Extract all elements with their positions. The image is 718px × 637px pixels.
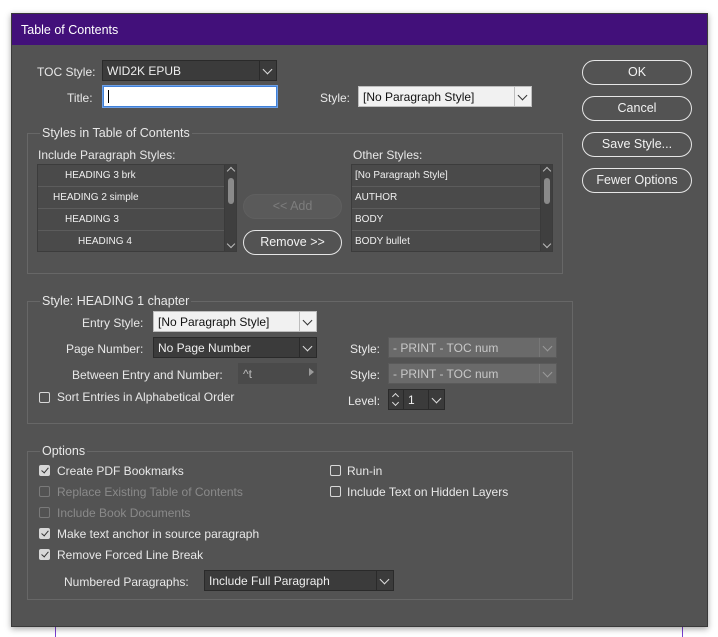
title-label: Title: bbox=[67, 91, 93, 105]
play-arrow-icon[interactable] bbox=[309, 368, 314, 376]
make-text-anchor-checkbox[interactable] bbox=[39, 528, 50, 539]
replace-existing-label: Replace Existing Table of Contents bbox=[57, 485, 243, 499]
page-number-style-value: - PRINT - TOC num bbox=[393, 341, 499, 355]
chevron-down-icon bbox=[514, 87, 531, 106]
other-styles-list[interactable]: [No Paragraph Style] AUTHOR BODY BODY bu… bbox=[351, 164, 553, 252]
dialog-title: Table of Contents bbox=[21, 23, 119, 37]
list-item[interactable]: HEADING 3 brk bbox=[38, 165, 236, 187]
page-number-dropdown[interactable]: No Page Number bbox=[153, 337, 317, 358]
run-in-label: Run-in bbox=[347, 464, 383, 478]
fewer-options-button[interactable]: Fewer Options bbox=[582, 168, 692, 193]
toc-style-label: TOC Style: bbox=[37, 65, 96, 79]
entry-style-value: [No Paragraph Style] bbox=[158, 315, 270, 329]
sort-alphabetical-checkbox[interactable] bbox=[39, 392, 50, 403]
toc-style-value: WID2K EPUB bbox=[107, 64, 182, 78]
create-pdf-bookmarks-label: Create PDF Bookmarks bbox=[57, 464, 184, 478]
title-style-value: [No Paragraph Style] bbox=[363, 90, 475, 104]
include-hidden-layers-checkbox[interactable] bbox=[330, 486, 341, 497]
entry-style-label: Entry Style: bbox=[82, 316, 144, 330]
chevron-down-icon bbox=[376, 571, 393, 590]
list-item[interactable]: HEADING 3 bbox=[38, 209, 236, 231]
title-input[interactable] bbox=[103, 86, 277, 107]
chevron-down-icon bbox=[391, 398, 400, 407]
toc-style-dropdown[interactable]: WID2K EPUB bbox=[102, 60, 277, 81]
list-item[interactable]: HEADING 4 bbox=[38, 231, 236, 251]
title-style-label: Style: bbox=[320, 91, 351, 105]
scroll-up-icon bbox=[542, 166, 552, 176]
list-item[interactable]: BODY bbox=[352, 209, 552, 231]
between-entry-label: Between Entry and Number: bbox=[72, 368, 223, 382]
scroll-thumb[interactable] bbox=[544, 178, 550, 204]
styles-in-toc-title: Styles in Table of Contents bbox=[40, 126, 192, 140]
remove-button[interactable]: Remove >> bbox=[243, 230, 342, 255]
chevron-down-icon bbox=[539, 364, 556, 383]
make-text-anchor-label: Make text anchor in source paragraph bbox=[57, 527, 260, 541]
between-entry-value: ^t bbox=[243, 367, 252, 381]
remove-forced-line-break-checkbox[interactable] bbox=[39, 549, 50, 560]
scroll-up-icon bbox=[226, 166, 236, 176]
level-dropdown-arrow[interactable] bbox=[428, 390, 445, 409]
include-list-scrollbar[interactable] bbox=[224, 165, 236, 251]
entry-style-dropdown[interactable]: [No Paragraph Style] bbox=[153, 311, 317, 332]
chevron-down-icon bbox=[299, 338, 316, 357]
options-group-title: Options bbox=[40, 444, 88, 458]
list-item[interactable]: [No Paragraph Style] bbox=[352, 165, 552, 187]
include-book-documents-checkbox[interactable] bbox=[39, 507, 50, 518]
other-styles-label: Other Styles: bbox=[353, 148, 423, 162]
include-hidden-layers-label: Include Text on Hidden Layers bbox=[347, 485, 509, 499]
include-book-documents-label: Include Book Documents bbox=[57, 506, 191, 520]
include-styles-list[interactable]: HEADING 3 brk HEADING 2 simple HEADING 3… bbox=[37, 164, 237, 252]
page-number-label: Page Number: bbox=[66, 342, 144, 356]
page-number-style-dropdown[interactable]: - PRINT - TOC num bbox=[388, 337, 557, 358]
list-item[interactable]: AUTHOR bbox=[352, 187, 552, 209]
between-style-label: Style: bbox=[350, 368, 381, 382]
level-value: 1 bbox=[408, 393, 415, 407]
scroll-thumb[interactable] bbox=[228, 178, 234, 204]
add-button[interactable]: << Add bbox=[243, 194, 342, 219]
save-style-button[interactable]: Save Style... bbox=[582, 132, 692, 157]
page-number-style-label: Style: bbox=[350, 342, 381, 356]
numbered-paragraphs-value: Include Full Paragraph bbox=[209, 574, 330, 588]
replace-existing-checkbox[interactable] bbox=[39, 486, 50, 497]
dialog-titlebar[interactable]: Table of Contents bbox=[12, 14, 707, 45]
text-caret bbox=[108, 90, 109, 103]
entry-style-group-title: Style: HEADING 1 chapter bbox=[40, 294, 192, 308]
level-stepper[interactable]: 1 bbox=[388, 389, 445, 410]
scroll-down-icon bbox=[226, 239, 236, 249]
sort-alphabetical-label: Sort Entries in Alphabetical Order bbox=[57, 390, 235, 404]
run-in-checkbox[interactable] bbox=[330, 465, 341, 476]
toc-dialog: Table of Contents TOC Style: WID2K EPUB … bbox=[11, 13, 708, 627]
stepper-arrows[interactable] bbox=[389, 390, 404, 409]
between-entry-input[interactable]: ^t bbox=[238, 363, 317, 384]
chevron-down-icon bbox=[259, 61, 276, 80]
title-style-dropdown[interactable]: [No Paragraph Style] bbox=[358, 86, 532, 107]
numbered-paragraphs-label: Numbered Paragraphs: bbox=[64, 575, 189, 589]
page-number-value: No Page Number bbox=[158, 341, 251, 355]
scroll-down-icon bbox=[542, 239, 552, 249]
between-style-value: - PRINT - TOC num bbox=[393, 367, 499, 381]
include-styles-label: Include Paragraph Styles: bbox=[38, 148, 176, 162]
chevron-down-icon bbox=[539, 338, 556, 357]
other-list-scrollbar[interactable] bbox=[540, 165, 552, 251]
between-style-dropdown[interactable]: - PRINT - TOC num bbox=[388, 363, 557, 384]
level-label: Level: bbox=[348, 394, 381, 408]
list-item[interactable]: HEADING 2 simple bbox=[38, 187, 236, 209]
list-item[interactable]: BODY bullet bbox=[352, 231, 552, 251]
remove-forced-line-break-label: Remove Forced Line Break bbox=[57, 548, 204, 562]
create-pdf-bookmarks-checkbox[interactable] bbox=[39, 465, 50, 476]
chevron-down-icon bbox=[299, 312, 316, 331]
numbered-paragraphs-dropdown[interactable]: Include Full Paragraph bbox=[204, 570, 394, 591]
cancel-button[interactable]: Cancel bbox=[582, 96, 692, 121]
ok-button[interactable]: OK bbox=[582, 60, 692, 85]
